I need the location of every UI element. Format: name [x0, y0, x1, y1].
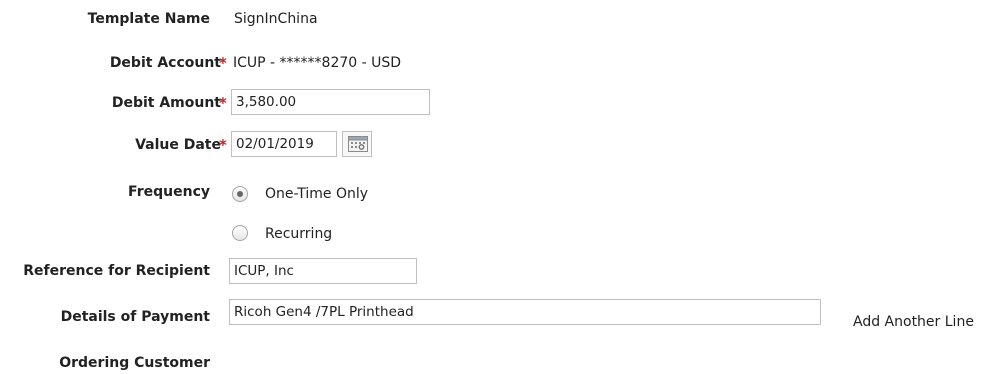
debit-account-value: ICUP - ******8270 - USD: [233, 55, 402, 71]
template-name-label: Template Name: [87, 11, 210, 27]
value-date-label: Value Date: [135, 137, 221, 153]
calendar-button[interactable]: [342, 131, 372, 157]
frequency-one-time-label[interactable]: One-Time Only: [265, 185, 368, 203]
reference-for-recipient-input[interactable]: [229, 258, 417, 284]
frequency-recurring-radio[interactable]: [232, 225, 248, 241]
details-of-payment-label: Details of Payment: [60, 309, 210, 325]
frequency-label: Frequency: [128, 184, 210, 200]
required-asterisk: *: [219, 94, 227, 112]
reference-for-recipient-label: Reference for Recipient: [23, 263, 210, 279]
ordering-customer-label: Ordering Customer: [59, 355, 210, 371]
frequency-one-time-radio[interactable]: [232, 186, 248, 202]
debit-amount-input[interactable]: [231, 89, 430, 115]
value-date-input[interactable]: [231, 131, 337, 157]
required-asterisk: *: [219, 136, 227, 154]
debit-amount-label: Debit Amount: [111, 95, 221, 111]
debit-account-label: Debit Account: [109, 55, 221, 71]
add-another-line-link[interactable]: Add Another Line: [853, 313, 974, 331]
frequency-recurring-label[interactable]: Recurring: [265, 225, 332, 243]
calendar-icon: [348, 136, 368, 152]
details-of-payment-input[interactable]: [229, 299, 821, 325]
template-name-value: SignInChina: [234, 11, 318, 27]
required-asterisk: *: [219, 54, 227, 72]
